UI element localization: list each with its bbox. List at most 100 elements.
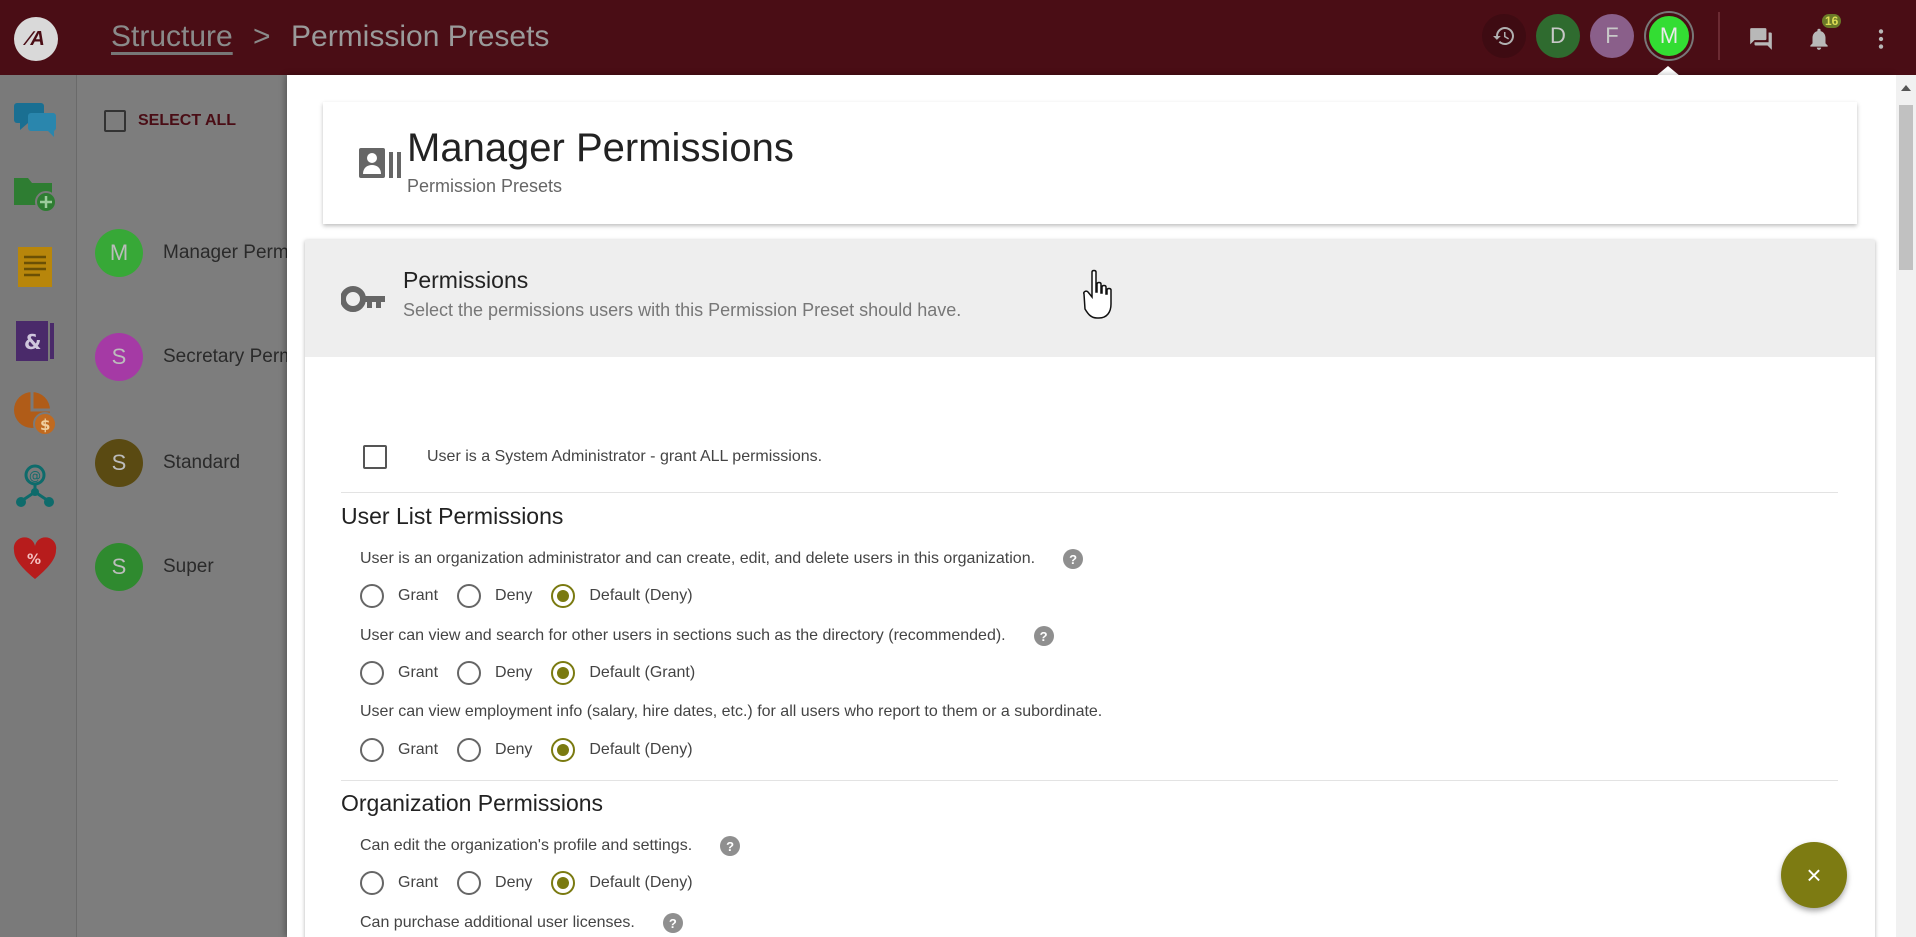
folder-add-icon[interactable] — [12, 170, 58, 216]
avatar-m[interactable]: M — [1646, 13, 1692, 59]
grant-label[interactable]: Grant — [398, 587, 438, 605]
deny-label[interactable]: Deny — [495, 664, 532, 682]
question-text: User is an organization administrator an… — [360, 550, 1036, 567]
permissions-subtitle: Select the permissions users with this P… — [403, 300, 962, 320]
scrollbar-thumb[interactable] — [1899, 105, 1913, 270]
permissions-title: Permissions — [403, 267, 529, 293]
chat-icon[interactable] — [12, 97, 58, 143]
list-item[interactable]: S Secretary Perm — [95, 333, 295, 381]
deny-radio[interactable] — [457, 871, 482, 895]
history-icon[interactable] — [1482, 14, 1526, 58]
permission-question: User can view employment info (salary, h… — [360, 703, 1102, 721]
question-text: Can edit the organization's profile and … — [360, 837, 693, 854]
radio-group: Grant Deny Default (Deny) — [360, 738, 712, 762]
divider — [341, 492, 1838, 493]
divider — [341, 780, 1838, 781]
permission-question: User is an organization administrator an… — [360, 549, 1084, 569]
help-icon[interactable]: ? — [1033, 626, 1054, 646]
grant-radio[interactable] — [360, 738, 384, 762]
avatar-f[interactable]: F — [1590, 14, 1634, 58]
default-label[interactable]: Default (Deny) — [589, 741, 692, 759]
grant-label[interactable]: Grant — [398, 741, 438, 759]
grant-radio[interactable] — [360, 584, 384, 608]
notification-badge: 16 — [1822, 14, 1842, 28]
breadcrumb-structure[interactable]: Structure — [111, 20, 233, 54]
question-text: Can purchase additional user licenses. — [360, 914, 635, 931]
help-icon[interactable]: ? — [720, 836, 741, 856]
health-icon[interactable]: % — [12, 537, 58, 583]
contact-card-icon — [359, 146, 405, 180]
deny-label[interactable]: Deny — [495, 874, 532, 892]
deny-label[interactable]: Deny — [495, 587, 532, 605]
help-icon[interactable]: ? — [662, 913, 683, 933]
deny-radio[interactable] — [457, 661, 482, 685]
list-item-name: Secretary Perm — [163, 346, 295, 367]
list-item-name: Super — [163, 556, 214, 577]
avatar: S — [95, 333, 143, 381]
grant-label[interactable]: Grant — [398, 874, 438, 892]
avatar-d[interactable]: D — [1536, 14, 1580, 58]
svg-text:&: & — [24, 330, 41, 354]
default-radio[interactable] — [551, 738, 576, 762]
svg-text:%: % — [27, 552, 41, 568]
scroll-up-arrow[interactable] — [1901, 85, 1911, 91]
preset-list-panel: SELECT ALL M Manager Perm S Secretary Pe… — [77, 75, 295, 937]
deny-radio[interactable] — [457, 584, 482, 608]
permission-question: User can view and search for other users… — [360, 626, 1054, 646]
key-icon — [340, 282, 387, 316]
hand-cursor-icon — [1082, 268, 1118, 320]
header-card: Manager Permissions Permission Presets — [323, 102, 1857, 224]
sysadmin-checkbox[interactable] — [363, 445, 387, 469]
permission-question: Can edit the organization's profile and … — [360, 836, 741, 856]
deny-label[interactable]: Deny — [495, 741, 532, 759]
select-all-checkbox[interactable] — [104, 110, 126, 132]
list-item-name: Manager Perm — [163, 242, 289, 263]
close-button[interactable]: × — [1781, 842, 1847, 908]
chevron-right-icon: > — [253, 20, 271, 53]
network-icon[interactable]: @ — [12, 463, 58, 509]
default-label[interactable]: Default (Grant) — [589, 664, 695, 682]
default-radio[interactable] — [551, 661, 576, 685]
permission-question: Can purchase additional user licenses. ? — [360, 913, 683, 933]
help-icon[interactable]: ? — [1063, 549, 1084, 569]
bell-icon[interactable] — [1806, 26, 1832, 52]
document-icon[interactable] — [12, 243, 58, 289]
list-item[interactable]: S Super — [95, 543, 214, 591]
default-label[interactable]: Default (Deny) — [589, 874, 692, 892]
question-text: User can view employment info (salary, h… — [360, 703, 1103, 720]
grant-radio[interactable] — [360, 661, 384, 685]
detail-drawer: Manager Permissions Permission Presets P… — [287, 75, 1896, 937]
scrollbar[interactable] — [1896, 75, 1916, 937]
list-item[interactable]: M Manager Perm — [95, 229, 289, 277]
svg-text:@: @ — [29, 469, 41, 483]
chat-icon[interactable] — [1748, 26, 1774, 52]
default-radio[interactable] — [551, 584, 576, 608]
deny-radio[interactable] — [457, 738, 482, 762]
app-logo[interactable]: ∕A — [14, 17, 58, 61]
divider — [1718, 12, 1720, 60]
list-item[interactable]: S Standard — [95, 439, 240, 487]
address-book-icon[interactable]: & — [12, 317, 58, 363]
list-item-name: Standard — [163, 452, 241, 473]
default-radio[interactable] — [551, 871, 576, 895]
finance-icon[interactable]: $ — [12, 390, 58, 436]
breadcrumb-current: Permission Presets — [291, 20, 550, 53]
radio-group: Grant Deny Default (Deny) — [360, 871, 712, 895]
avatar: S — [95, 439, 143, 487]
more-vert-icon[interactable] — [1868, 26, 1894, 52]
select-all-control[interactable]: SELECT ALL — [104, 110, 236, 132]
avatar: S — [95, 543, 143, 591]
top-bar: ∕A Structure > Permission Presets D F M … — [0, 0, 1916, 75]
section-title-user-list: User List Permissions — [341, 503, 564, 529]
section-title-organization: Organization Permissions — [341, 790, 604, 816]
grant-label[interactable]: Grant — [398, 664, 438, 682]
grant-radio[interactable] — [360, 871, 384, 895]
page-title: Manager Permissions — [407, 126, 794, 170]
sysadmin-option[interactable]: User is a System Administrator - grant A… — [363, 445, 822, 469]
radio-group: Grant Deny Default (Deny) — [360, 584, 712, 608]
default-label[interactable]: Default (Deny) — [589, 587, 692, 605]
sysadmin-label: User is a System Administrator - grant A… — [427, 448, 823, 465]
avatar: M — [95, 229, 143, 277]
app-sidebar: & $ @ % — [0, 75, 77, 937]
select-all-label[interactable]: SELECT ALL — [138, 112, 236, 130]
